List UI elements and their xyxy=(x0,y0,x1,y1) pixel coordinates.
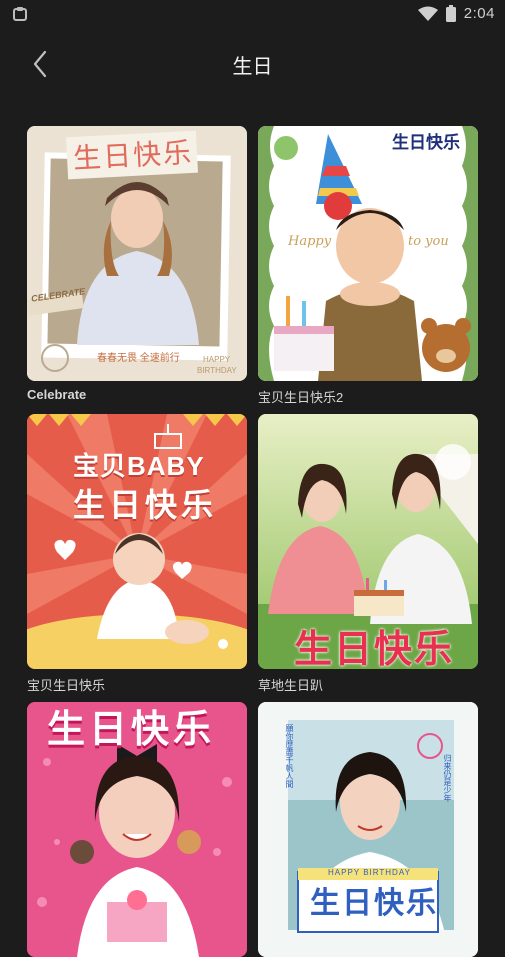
template-label: 宝贝生日快乐2 xyxy=(258,390,344,405)
thumb-happy-text: Happy xyxy=(288,234,332,249)
thumb-title-text: 生日快乐 xyxy=(72,135,194,176)
template-card-baby-birthday[interactable]: 宝贝BABY 生日快乐 宝贝生日快乐 xyxy=(27,414,247,693)
status-bar: 2:04 xyxy=(0,0,505,28)
template-thumbnail[interactable]: 願你歷盡千帆人間 归来仍是少年 HAPPY BIRTHDAY 生日快乐 xyxy=(258,702,478,957)
template-card-pink-party[interactable]: 生日快乐 xyxy=(27,702,247,957)
thumb-birthday-text: BIRTHDAY xyxy=(197,366,237,375)
thumb-title-text: 生日快乐 xyxy=(47,709,216,751)
status-time: 2:04 xyxy=(463,5,495,22)
thumb-banner-text: 生日快乐 xyxy=(390,128,462,153)
header: 生日 xyxy=(0,36,505,88)
thumb-happy-text: HAPPY BIRTHDAY xyxy=(328,868,411,877)
battery-icon xyxy=(445,5,456,22)
thumb-happy-text: HAPPY xyxy=(203,355,231,364)
thumb-slogan-text: 春春无畏 全速前行 xyxy=(97,353,180,364)
template-thumbnail[interactable]: 生日快乐 xyxy=(258,414,478,669)
template-card-lawn-party[interactable]: 生日快乐 草地生日趴 xyxy=(258,414,478,693)
template-thumbnail[interactable]: 生日快乐 CELEBRATE 春春无畏 全速前行 HAPPY BIRTHDAY xyxy=(27,126,247,381)
thumb-to-you-text: to you xyxy=(408,234,449,249)
template-card-celebrate[interactable]: 生日快乐 CELEBRATE 春春无畏 全速前行 HAPPY BIRTHDAY … xyxy=(27,126,247,402)
notification-icon xyxy=(12,6,28,22)
page-title: 生日 xyxy=(232,56,273,78)
template-card-baby-birthday-2[interactable]: 生日快乐 Happy to you 宝贝生日快乐2 xyxy=(258,126,478,405)
wifi-icon xyxy=(417,6,438,22)
template-label: 宝贝生日快乐 xyxy=(27,678,106,693)
template-label: Celebrate xyxy=(27,387,87,402)
thumb-line2-text: 生日快乐 xyxy=(73,487,218,523)
template-thumbnail[interactable]: 生日快乐 Happy to you xyxy=(258,126,478,381)
template-card-youth-birthday[interactable]: 願你歷盡千帆人間 归来仍是少年 HAPPY BIRTHDAY 生日快乐 xyxy=(258,702,478,957)
thumb-title-text: 生日快乐 xyxy=(310,887,438,920)
thumb-line1-text: 宝贝BABY xyxy=(73,451,205,481)
thumb-title-text: 生日快乐 xyxy=(294,629,455,669)
template-thumbnail[interactable]: 生日快乐 xyxy=(27,702,247,957)
thumb-vertical-text-2: 归来仍是少年 xyxy=(443,754,452,802)
thumb-vertical-text-1: 願你歷盡千帆人間 xyxy=(285,724,294,788)
template-label: 草地生日趴 xyxy=(258,678,324,693)
template-thumbnail[interactable]: 宝贝BABY 生日快乐 xyxy=(27,414,247,669)
